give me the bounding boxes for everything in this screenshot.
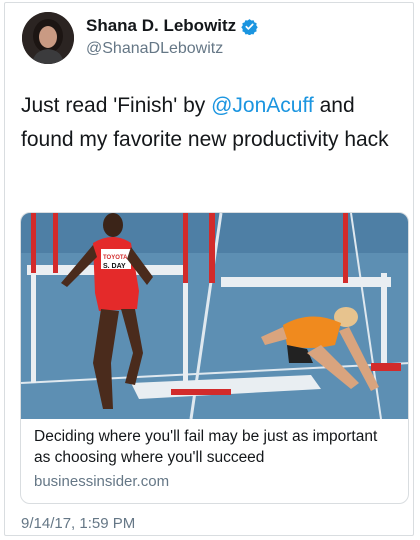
svg-text:TOYOTA: TOYOTA [103, 255, 128, 261]
verified-badge-icon [241, 18, 258, 35]
link-card-title: Deciding where you'll fail may be just a… [34, 428, 378, 466]
link-card-domain: businessinsider.com [34, 473, 170, 490]
link-preview-card[interactable]: TOYOTA S. DAY Deciding where you'll fail… [20, 212, 409, 504]
author-handle[interactable]: @ShanaDLebowitz [86, 40, 223, 58]
hurdle-race-photo-icon: TOYOTA S. DAY [21, 213, 408, 419]
tweet-timestamp[interactable]: 9/14/17, 1:59 PM [21, 515, 135, 532]
tweet-text-start: Just read 'Finish' by [21, 94, 212, 117]
author-name-row: Shana D. Lebowitz [86, 15, 258, 37]
mention-link[interactable]: @JonAcuff [211, 94, 314, 117]
tweet-card: Shana D. Lebowitz @ShanaDLebowitz Just r… [4, 2, 414, 536]
avatar-photo-icon [22, 12, 74, 64]
author-avatar[interactable] [22, 12, 74, 64]
bib-label: S. DAY [103, 263, 126, 270]
author-display-name[interactable]: Shana D. Lebowitz [86, 16, 236, 36]
tweet-text: Just read 'Finish' by @JonAcuff and foun… [21, 89, 399, 157]
